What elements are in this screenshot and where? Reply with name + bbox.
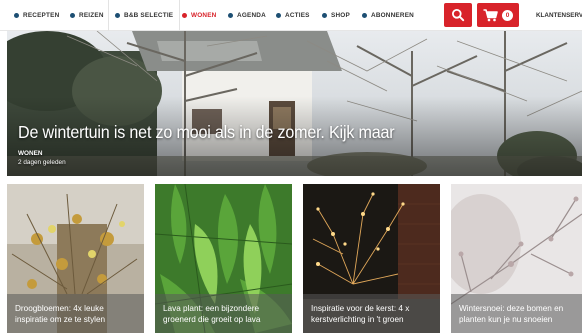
- card-title-line: Lava plant: een bijzondere: [163, 304, 260, 313]
- nav-item-label: AGENDA: [237, 12, 266, 19]
- card-title-line: Inspiratie voor de kerst: 4 x: [311, 304, 410, 313]
- hero-title[interactable]: De wintertuin is net zo mooi als in de z…: [18, 122, 395, 143]
- nav-item-reizen[interactable]: REIZEN: [70, 0, 104, 31]
- hero-category: WONEN: [18, 150, 43, 157]
- hero-image: [7, 31, 582, 176]
- cart-icon: [483, 8, 498, 21]
- nav-item-abonneren[interactable]: ABONNEREN: [362, 0, 414, 31]
- card-title-line: kerstverlichting in 't groen: [311, 315, 404, 324]
- cart-count-badge: 0: [502, 9, 513, 21]
- bullet-icon: [70, 13, 75, 18]
- nav-item-label: RECEPTEN: [23, 12, 60, 19]
- bullet-icon: [182, 13, 187, 18]
- cart-button[interactable]: 0: [477, 3, 519, 27]
- nav-item-label: WONEN: [191, 12, 217, 19]
- hero-timestamp: 2 dagen geleden: [18, 159, 66, 166]
- bullet-icon: [276, 13, 281, 18]
- card-title-line: inspiratie om ze te stylen: [15, 315, 106, 324]
- card-title-line: groenerd die groeit op lava: [163, 315, 261, 324]
- customer-service-link[interactable]: KLANTENSERVICE: [536, 0, 582, 31]
- article-card[interactable]: Lava plant: een bijzondere groenerd die …: [155, 184, 292, 333]
- hero-article[interactable]: De wintertuin is net zo mooi als in de z…: [7, 31, 582, 176]
- card-caption: Wintersnoei: deze bomen en planten kun j…: [451, 294, 582, 333]
- article-card[interactable]: Droogbloemen: 4x leuke inspiratie om ze …: [7, 184, 144, 333]
- card-caption: Lava plant: een bijzondere groenerd die …: [155, 294, 292, 333]
- bullet-icon: [115, 13, 120, 18]
- nav-item-shop[interactable]: SHOP: [322, 0, 350, 31]
- nav-item-recepten[interactable]: RECEPTEN: [14, 0, 59, 31]
- bullet-icon: [362, 13, 367, 18]
- nav-item-bb-selectie[interactable]: B&B SELECTIE: [108, 0, 181, 31]
- bullet-icon: [14, 13, 19, 18]
- card-title-line: Wintersnoei: deze bomen en: [459, 304, 564, 313]
- nav-item-acties[interactable]: ACTIES: [276, 0, 310, 31]
- card-caption: Inspiratie voor de kerst: 4 x kerstverli…: [303, 294, 440, 333]
- nav-item-label: ABONNEREN: [371, 12, 414, 19]
- nav-item-agenda[interactable]: AGENDA: [228, 0, 266, 31]
- bullet-icon: [228, 13, 233, 18]
- bullet-icon: [322, 13, 327, 18]
- article-card[interactable]: Inspiratie voor de kerst: 4 x kerstverli…: [303, 184, 440, 333]
- card-title-line: planten kun je nu snoeien: [459, 315, 553, 324]
- card-caption: Droogbloemen: 4x leuke inspiratie om ze …: [7, 294, 144, 333]
- nav-item-wonen[interactable]: WONEN: [182, 0, 217, 31]
- nav-item-label: ACTIES: [285, 12, 310, 19]
- search-icon: [452, 9, 465, 22]
- top-navigation: RECEPTEN REIZEN B&B SELECTIE WONEN AGEND…: [0, 0, 582, 31]
- nav-item-label: REIZEN: [79, 12, 104, 19]
- article-card[interactable]: Wintersnoei: deze bomen en planten kun j…: [451, 184, 582, 333]
- search-button[interactable]: [444, 3, 472, 27]
- card-title-line: Droogbloemen: 4x leuke: [15, 304, 104, 313]
- nav-item-label: B&B SELECTIE: [124, 12, 174, 19]
- nav-item-label: SHOP: [331, 12, 350, 19]
